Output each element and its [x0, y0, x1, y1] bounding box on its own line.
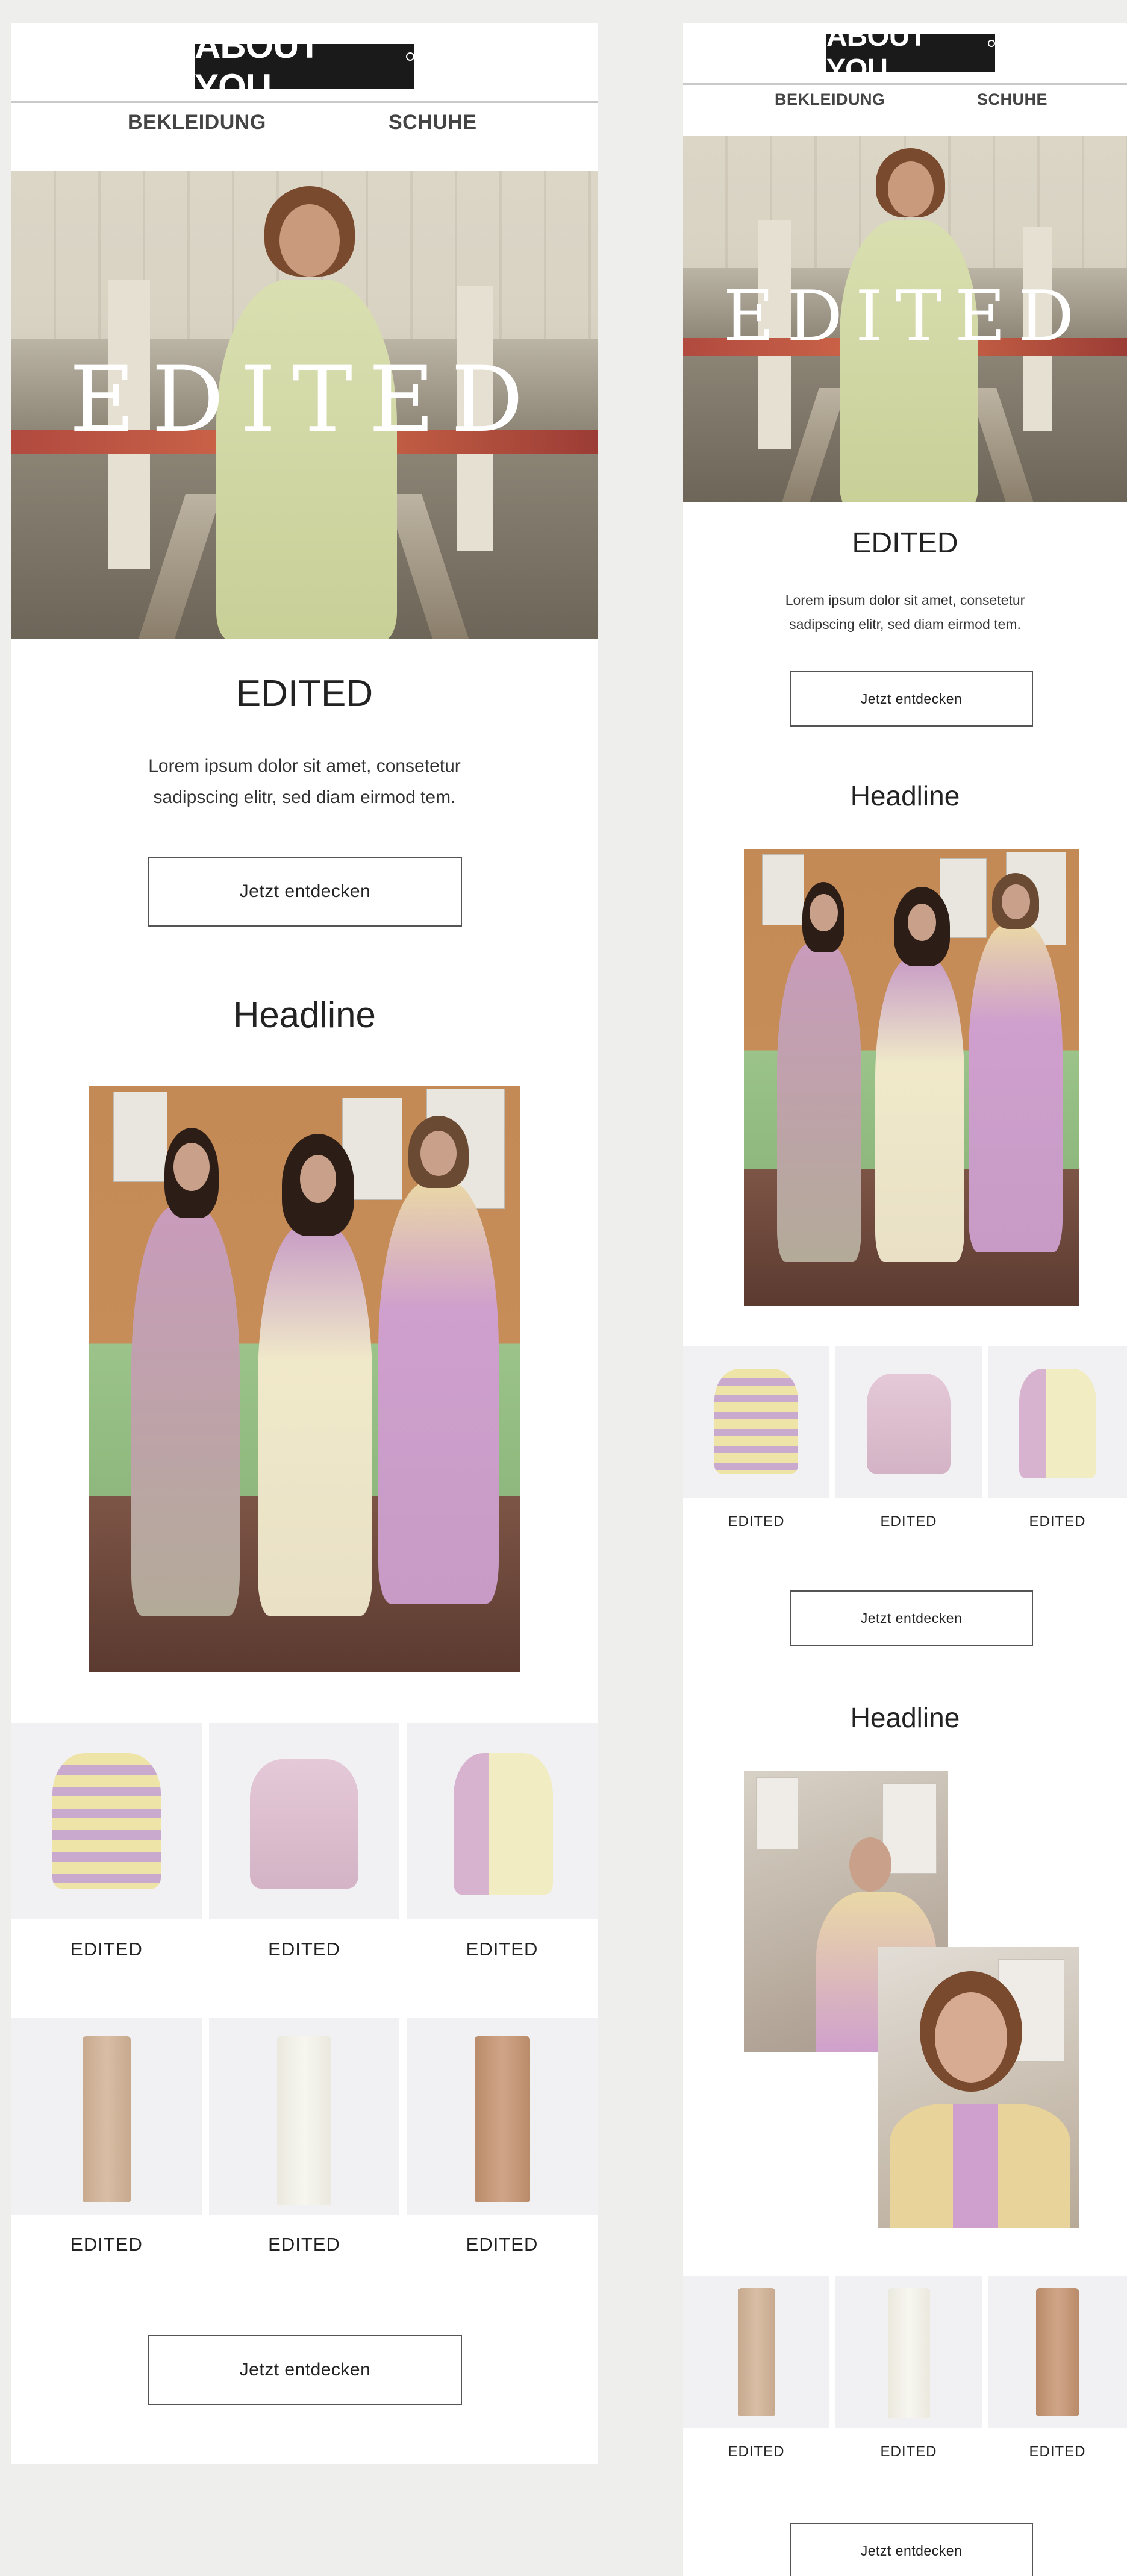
hero-model [840, 220, 978, 502]
product-label[interactable]: EDITED [835, 1513, 982, 1530]
product-label[interactable]: EDITED [11, 2234, 202, 2256]
beige-leather-pants-icon [738, 2288, 775, 2416]
product-tile[interactable] [209, 1723, 399, 1919]
intro-body: Lorem ipsum dolor sit amet, consetetur s… [683, 588, 1127, 636]
section2-headline: Headline [850, 1702, 960, 1733]
product-tile[interactable] [988, 1346, 1127, 1498]
products-cta-button[interactable]: Jetzt entdecken [148, 2335, 462, 2405]
nav-link-schuhe[interactable]: SCHUHE [389, 111, 477, 134]
striped-cardigan-icon [714, 1369, 798, 1474]
hero-image[interactable]: EDITED [11, 171, 598, 639]
hero-model [216, 280, 397, 639]
header-divider [683, 83, 1127, 85]
colorblock-sweater-icon [1019, 1369, 1096, 1478]
intro-title: EDITED [852, 527, 958, 559]
nav-link-schuhe[interactable]: SCHUHE [977, 90, 1047, 109]
product-tile[interactable] [11, 2018, 202, 2215]
model-center [258, 1224, 372, 1616]
model-left [777, 943, 861, 1262]
section1-headline: Headline [233, 995, 376, 1035]
intro-body-line: Lorem ipsum dolor sit amet, consetetur [785, 592, 1025, 608]
collage-model-face [849, 1837, 891, 1892]
product-label[interactable]: EDITED [209, 1939, 399, 1960]
model-left-face [810, 894, 838, 931]
mobile-email-preview: ABOUT YOU BEKLEIDUNG SCHUHE EDITED EDITE… [683, 23, 1127, 2576]
collage-model [890, 2104, 1070, 2228]
logo-ring-icon [406, 52, 414, 61]
colorblock-sweater-icon [454, 1753, 553, 1895]
product-tile[interactable] [988, 2276, 1127, 2428]
desktop-email-preview: ABOUT YOU BEKLEIDUNG SCHUHE EDITED EDITE… [11, 23, 598, 2464]
model-right-face [420, 1131, 457, 1176]
section1-headline: Headline [850, 780, 960, 811]
model-right [969, 924, 1063, 1252]
pink-jacket-icon [867, 1374, 951, 1474]
hero-model-face [888, 161, 934, 217]
about-you-logo[interactable]: ABOUT YOU [195, 25, 414, 107]
product-label[interactable]: EDITED [683, 2443, 829, 2460]
product-label[interactable]: EDITED [209, 2234, 399, 2256]
product-label[interactable]: EDITED [683, 1513, 829, 1530]
about-you-logo[interactable]: ABOUT YOU [826, 23, 995, 86]
product-tile[interactable] [407, 2018, 598, 2215]
intro-cta-button[interactable]: Jetzt entdecken [790, 671, 1033, 727]
product-tile[interactable] [835, 1346, 982, 1498]
product-label[interactable]: EDITED [407, 2234, 598, 2256]
hero-overlay-text: EDITED [723, 276, 1087, 357]
group-photo[interactable] [744, 849, 1079, 1306]
model-left-face [173, 1143, 210, 1191]
pink-jacket-icon [250, 1759, 358, 1889]
product-tile[interactable] [11, 1723, 202, 1919]
header-divider [11, 101, 598, 103]
logo-text: ABOUT YOU [826, 23, 927, 86]
intro-body: Lorem ipsum dolor sit amet, consetetur s… [11, 751, 598, 813]
hero-lane [139, 494, 222, 639]
model-left [131, 1206, 240, 1616]
product-tile[interactable] [209, 2018, 399, 2215]
model-center-face [908, 904, 936, 941]
product-label[interactable]: EDITED [407, 1939, 598, 1960]
notice-sheet [113, 1092, 167, 1182]
notice-sheet [756, 1777, 798, 1849]
white-trousers-icon [888, 2288, 930, 2418]
nav-link-bekleidung[interactable]: BEKLEIDUNG [775, 90, 885, 109]
hero-lane [386, 494, 469, 639]
intro-body-line: Lorem ipsum dolor sit amet, consetetur [148, 756, 461, 776]
hero-image[interactable]: EDITED [683, 136, 1127, 502]
model-right-face [1002, 884, 1030, 919]
hero-model-face [279, 204, 340, 277]
tan-flared-pants-icon [475, 2036, 530, 2202]
logo-ring-icon [988, 40, 995, 47]
hero-lane [782, 388, 847, 502]
white-trousers-icon [277, 2036, 331, 2205]
products-cta-button[interactable]: Jetzt entdecken [790, 1590, 1033, 1646]
collage-photo-bottom[interactable] [878, 1947, 1079, 2228]
model-right [378, 1182, 499, 1604]
product-tile[interactable] [683, 1346, 829, 1498]
product-tile[interactable] [683, 2276, 829, 2428]
logo-text: ABOUT YOU [195, 25, 320, 107]
intro-cta-button[interactable]: Jetzt entdecken [148, 857, 462, 927]
product-label[interactable]: EDITED [835, 2443, 982, 2460]
model-center [875, 957, 964, 1262]
model-center-face [300, 1155, 336, 1203]
intro-body-line: sadipscing elitr, sed diam eirmod tem. [153, 787, 456, 807]
intro-title: EDITED [236, 673, 373, 714]
group-photo[interactable] [89, 1086, 520, 1672]
bottom-cta-button[interactable]: Jetzt entdecken [790, 2523, 1033, 2576]
nav-link-bekleidung[interactable]: BEKLEIDUNG [128, 111, 266, 134]
product-label[interactable]: EDITED [11, 1939, 202, 1960]
product-label[interactable]: EDITED [988, 2443, 1127, 2460]
hero-overlay-text: EDITED [69, 348, 540, 452]
product-tile[interactable] [835, 2276, 982, 2428]
product-tile[interactable] [407, 1723, 598, 1919]
collage-model-face [935, 1992, 1007, 2083]
striped-cardigan-icon [52, 1753, 161, 1889]
product-label[interactable]: EDITED [988, 1513, 1127, 1530]
beige-leather-pants-icon [83, 2036, 131, 2202]
notice-sheet [762, 854, 804, 925]
intro-body-line: sadipscing elitr, sed diam eirmod tem. [789, 616, 1021, 632]
tan-flared-pants-icon [1036, 2288, 1079, 2416]
